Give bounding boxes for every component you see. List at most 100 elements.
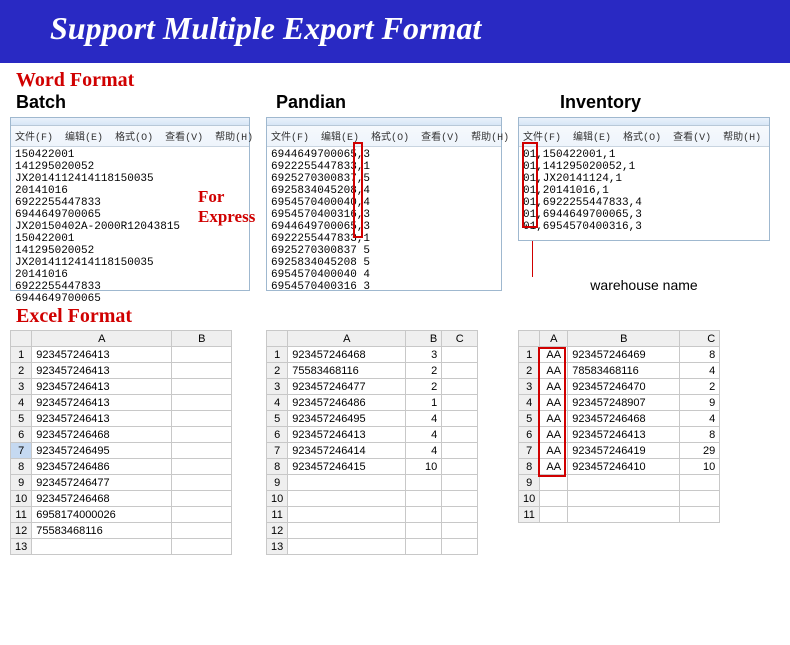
col-header-b[interactable]: B bbox=[172, 331, 232, 347]
menu-format[interactable]: 格式(O) bbox=[371, 133, 409, 144]
excel-inventory[interactable]: A B C 1AA92345724646982AA7858346811643AA… bbox=[518, 330, 720, 523]
row-header[interactable]: 12 bbox=[11, 523, 32, 539]
cell[interactable] bbox=[172, 539, 232, 555]
cell[interactable] bbox=[172, 411, 232, 427]
cell[interactable]: 10 bbox=[406, 459, 442, 475]
table-row[interactable]: 8AA92345724641010 bbox=[519, 459, 720, 475]
cell[interactable]: 923457246477 bbox=[32, 475, 172, 491]
cell[interactable] bbox=[172, 427, 232, 443]
cell[interactable] bbox=[172, 443, 232, 459]
cell[interactable]: 923457246413 bbox=[32, 363, 172, 379]
row-header[interactable]: 12 bbox=[267, 523, 288, 539]
cell[interactable] bbox=[172, 347, 232, 363]
cell[interactable]: 8 bbox=[680, 427, 720, 443]
cell[interactable]: AA bbox=[540, 411, 568, 427]
cell[interactable] bbox=[172, 475, 232, 491]
notepad-batch-body[interactable]: 150422001 141295020052 JX201411241411815… bbox=[11, 147, 249, 307]
corner-cell[interactable] bbox=[519, 331, 540, 347]
cell[interactable] bbox=[442, 539, 478, 555]
row-header[interactable]: 1 bbox=[519, 347, 540, 363]
col-header-b[interactable]: B bbox=[406, 331, 442, 347]
cell[interactable] bbox=[406, 539, 442, 555]
cell[interactable] bbox=[172, 395, 232, 411]
menu-help[interactable]: 帮助(H) bbox=[471, 133, 509, 144]
menu-file[interactable]: 文件(F) bbox=[15, 133, 53, 144]
menu-view[interactable]: 查看(V) bbox=[421, 133, 459, 144]
table-row[interactable]: 19234572464683 bbox=[267, 347, 478, 363]
row-header[interactable]: 8 bbox=[267, 459, 288, 475]
table-row[interactable]: 69234572464134 bbox=[267, 427, 478, 443]
table-row[interactable]: 5923457246413 bbox=[11, 411, 232, 427]
notepad-menu[interactable]: 文件(F) 编辑(E) 格式(O) 查看(V) 帮助(H) bbox=[11, 126, 249, 147]
table-row[interactable]: 4AA9234572489079 bbox=[519, 395, 720, 411]
table-row[interactable]: 49234572464861 bbox=[267, 395, 478, 411]
cell[interactable]: 923457246468 bbox=[32, 491, 172, 507]
cell[interactable]: 923457246413 bbox=[32, 411, 172, 427]
row-header[interactable]: 7 bbox=[267, 443, 288, 459]
row-header[interactable]: 3 bbox=[519, 379, 540, 395]
cell[interactable]: 29 bbox=[680, 443, 720, 459]
cell[interactable] bbox=[540, 475, 568, 491]
row-header[interactable]: 10 bbox=[267, 491, 288, 507]
table-row[interactable]: 10 bbox=[519, 491, 720, 507]
table-row[interactable]: 1923457246413 bbox=[11, 347, 232, 363]
menu-format[interactable]: 格式(O) bbox=[115, 133, 153, 144]
cell[interactable] bbox=[288, 539, 406, 555]
cell[interactable]: 2 bbox=[406, 379, 442, 395]
cell[interactable] bbox=[568, 491, 680, 507]
cell[interactable]: 4 bbox=[406, 443, 442, 459]
cell[interactable]: 923457248907 bbox=[568, 395, 680, 411]
col-header-a[interactable]: A bbox=[288, 331, 406, 347]
corner-cell[interactable] bbox=[11, 331, 32, 347]
cell[interactable]: 923457246477 bbox=[288, 379, 406, 395]
table-row[interactable]: 8923457246486 bbox=[11, 459, 232, 475]
cell[interactable] bbox=[172, 491, 232, 507]
menu-help[interactable]: 帮助(H) bbox=[723, 133, 761, 144]
cell[interactable]: 9 bbox=[680, 395, 720, 411]
row-header[interactable]: 1 bbox=[267, 347, 288, 363]
table-row[interactable]: 3923457246413 bbox=[11, 379, 232, 395]
cell[interactable] bbox=[442, 507, 478, 523]
row-header[interactable]: 9 bbox=[11, 475, 32, 491]
row-header[interactable]: 6 bbox=[519, 427, 540, 443]
row-header[interactable]: 4 bbox=[267, 395, 288, 411]
notepad-menu[interactable]: 文件(F) 编辑(E) 格式(O) 查看(V) 帮助(H) bbox=[267, 126, 501, 147]
cell[interactable]: 923457246495 bbox=[288, 411, 406, 427]
row-header[interactable]: 3 bbox=[11, 379, 32, 395]
cell[interactable] bbox=[32, 539, 172, 555]
cell[interactable] bbox=[172, 459, 232, 475]
cell[interactable]: 78583468116 bbox=[568, 363, 680, 379]
row-header[interactable]: 4 bbox=[519, 395, 540, 411]
row-header[interactable]: 10 bbox=[519, 491, 540, 507]
cell[interactable] bbox=[172, 507, 232, 523]
row-header[interactable]: 13 bbox=[267, 539, 288, 555]
cell[interactable]: 923457246470 bbox=[568, 379, 680, 395]
cell[interactable]: AA bbox=[540, 363, 568, 379]
cell[interactable]: 2 bbox=[680, 379, 720, 395]
excel-pandian[interactable]: A B C 1923457246468327558346811623923457… bbox=[266, 330, 478, 555]
row-header[interactable]: 11 bbox=[11, 507, 32, 523]
menu-help[interactable]: 帮助(H) bbox=[215, 133, 253, 144]
table-row[interactable]: 1275583468116 bbox=[11, 523, 232, 539]
menu-edit[interactable]: 编辑(E) bbox=[65, 133, 103, 144]
menu-edit[interactable]: 编辑(E) bbox=[321, 133, 359, 144]
table-row[interactable]: 59234572464954 bbox=[267, 411, 478, 427]
col-header-a[interactable]: A bbox=[540, 331, 568, 347]
cell[interactable] bbox=[540, 491, 568, 507]
cell[interactable]: 10 bbox=[680, 459, 720, 475]
row-header[interactable]: 9 bbox=[267, 475, 288, 491]
cell[interactable] bbox=[540, 507, 568, 523]
cell[interactable]: 3 bbox=[406, 347, 442, 363]
table-row[interactable]: 1AA9234572464698 bbox=[519, 347, 720, 363]
row-header[interactable]: 2 bbox=[267, 363, 288, 379]
cell[interactable]: 923457246486 bbox=[288, 395, 406, 411]
row-header[interactable]: 11 bbox=[267, 507, 288, 523]
cell[interactable]: 923457246419 bbox=[568, 443, 680, 459]
row-header[interactable]: 9 bbox=[519, 475, 540, 491]
row-header[interactable]: 7 bbox=[519, 443, 540, 459]
table-row[interactable]: 11 bbox=[519, 507, 720, 523]
cell[interactable] bbox=[406, 507, 442, 523]
cell[interactable]: 923457246495 bbox=[32, 443, 172, 459]
row-header[interactable]: 5 bbox=[519, 411, 540, 427]
cell[interactable] bbox=[172, 363, 232, 379]
